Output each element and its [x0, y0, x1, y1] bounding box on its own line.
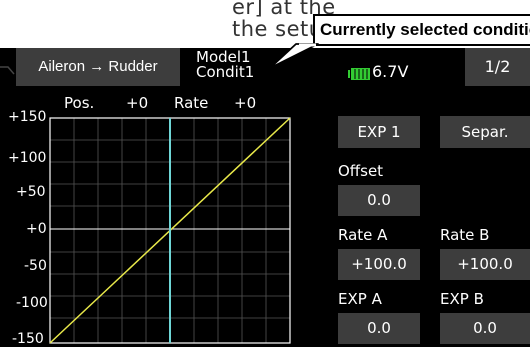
- exp-curve-button[interactable]: EXP 1: [338, 116, 420, 148]
- rate-b-value-button[interactable]: +100.0: [440, 249, 530, 280]
- offset-label: Offset: [338, 162, 384, 180]
- y-tick-label: -150: [12, 331, 44, 347]
- y-tick-label: -100: [16, 295, 48, 311]
- separate-mode-button[interactable]: Separ.: [440, 116, 530, 148]
- offset-value-button[interactable]: 0.0: [338, 185, 420, 216]
- position-label: Pos.: [64, 94, 95, 112]
- y-tick-label: +0: [26, 221, 47, 237]
- rate-a-value-button[interactable]: +100.0: [338, 249, 420, 280]
- rate-value: +0: [234, 94, 257, 112]
- exp-a-value-button[interactable]: 0.0: [338, 313, 420, 344]
- rate-a-label: Rate A: [338, 226, 388, 244]
- y-tick-label: +50: [16, 184, 46, 200]
- exp-b-value-button[interactable]: 0.0: [440, 313, 530, 344]
- y-tick-label: +150: [8, 109, 47, 125]
- y-tick-label: -50: [24, 258, 47, 274]
- rate-b-label: Rate B: [440, 226, 490, 244]
- exp-a-label: EXP A: [338, 290, 382, 308]
- position-value: +0: [126, 94, 149, 112]
- y-tick-label: +100: [8, 150, 47, 166]
- rate-label: Rate: [174, 94, 209, 112]
- callout-pointer: [269, 43, 319, 69]
- exp-b-label: EXP B: [440, 290, 484, 308]
